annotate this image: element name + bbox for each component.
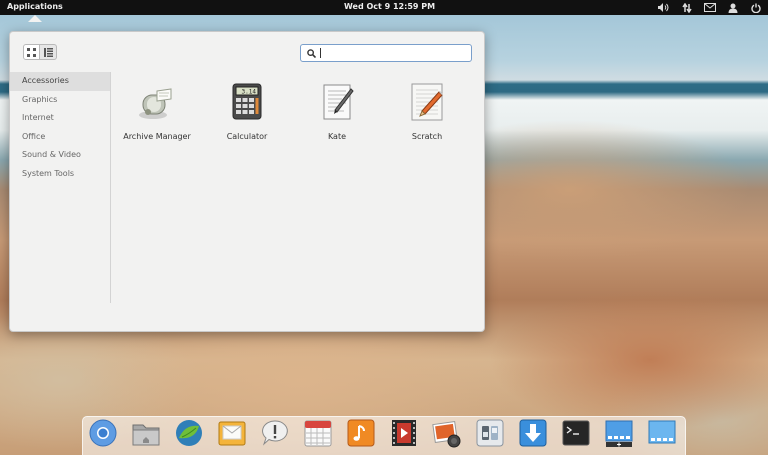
category-office[interactable]: Office — [10, 128, 110, 147]
applications-menu: Accessories Graphics Internet Office Sou… — [9, 31, 485, 332]
volume-icon[interactable] — [657, 1, 670, 14]
terminal-icon[interactable] — [561, 418, 591, 448]
app-grid: Archive Manager 3.14 Calculator Kate Scr… — [111, 72, 484, 192]
app-calculator[interactable]: 3.14 Calculator — [202, 82, 292, 141]
clock[interactable]: Wed Oct 9 12:59 PM — [344, 2, 435, 11]
applications-button[interactable]: Applications — [7, 2, 63, 11]
mail-icon[interactable] — [703, 1, 716, 14]
app-label: Scratch — [411, 132, 443, 141]
view-mode-toggle — [23, 44, 57, 60]
app-archive-manager[interactable]: Archive Manager — [112, 82, 202, 141]
scratch-icon — [407, 82, 447, 122]
app-scratch[interactable]: Scratch — [382, 82, 472, 141]
mail-icon[interactable] — [217, 418, 247, 448]
power-icon[interactable] — [749, 1, 762, 14]
calculator-icon: 3.14 — [227, 82, 267, 122]
category-sidebar: Accessories Graphics Internet Office Sou… — [10, 72, 111, 303]
category-sound-video[interactable]: Sound & Video — [10, 146, 110, 165]
workspace-icon[interactable] — [647, 418, 677, 448]
music-icon[interactable] — [346, 418, 376, 448]
empathy-icon[interactable] — [260, 418, 290, 448]
search-box[interactable] — [300, 44, 472, 62]
user-icon[interactable] — [726, 1, 739, 14]
indicator-area — [657, 1, 762, 14]
network-icon[interactable] — [680, 1, 693, 14]
app-label: Calculator — [226, 132, 268, 141]
top-panel: Applications Wed Oct 9 12:59 PM — [0, 0, 768, 15]
settings-icon[interactable] — [475, 418, 505, 448]
chromium-icon[interactable] — [88, 418, 118, 448]
calculator-display: 3.14 — [242, 89, 257, 96]
kate-icon — [317, 82, 357, 122]
video-icon[interactable] — [389, 418, 419, 448]
app-kate[interactable]: Kate — [292, 82, 382, 141]
midori-icon[interactable] — [174, 418, 204, 448]
app-label: Kate — [327, 132, 347, 141]
software-updates-icon[interactable] — [518, 418, 548, 448]
dock — [82, 416, 686, 455]
category-graphics[interactable]: Graphics — [10, 91, 110, 110]
archive-manager-icon — [137, 82, 177, 122]
files-icon[interactable] — [131, 418, 161, 448]
app-label: Archive Manager — [123, 132, 191, 141]
category-internet[interactable]: Internet — [10, 109, 110, 128]
menu-pointer — [28, 15, 42, 22]
grid-view-icon[interactable] — [23, 44, 40, 60]
calendar-icon[interactable] — [303, 418, 333, 448]
category-accessories[interactable]: Accessories — [10, 72, 110, 91]
search-input[interactable] — [320, 48, 460, 58]
category-system-tools[interactable]: System Tools — [10, 165, 110, 184]
search-icon — [307, 48, 316, 58]
photos-icon[interactable] — [432, 418, 462, 448]
workspace-add-icon[interactable] — [604, 418, 634, 448]
category-view-icon[interactable] — [40, 44, 57, 60]
